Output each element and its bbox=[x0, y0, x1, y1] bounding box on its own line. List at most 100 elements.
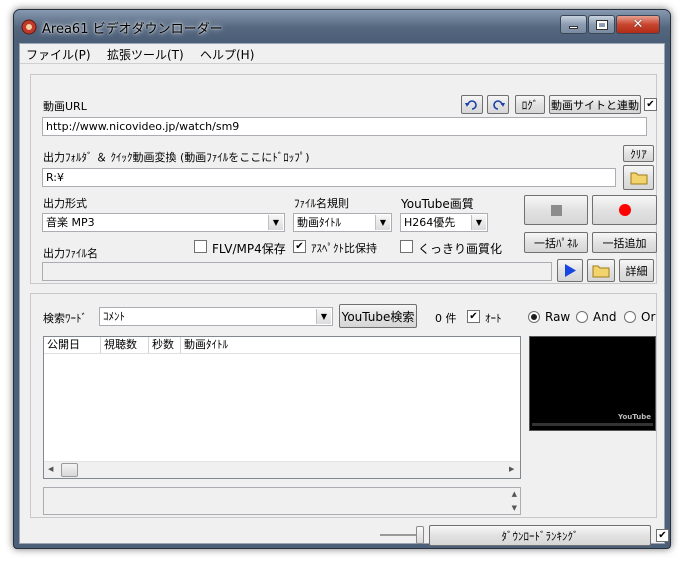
window-title: Area61 ビデオダウンローダー bbox=[42, 22, 223, 37]
close-button[interactable]: ✕ bbox=[616, 15, 660, 34]
ranking-checkbox[interactable]: ✔ bbox=[656, 529, 669, 542]
format-label: 出力形式 bbox=[43, 197, 87, 210]
column-header-seconds[interactable]: 秒数 bbox=[149, 337, 181, 353]
radio-or-label: Or bbox=[641, 310, 656, 324]
minimize-button[interactable] bbox=[560, 15, 587, 34]
radio-and-label: And bbox=[593, 310, 617, 324]
bulk-panel-button[interactable]: 一括ﾊﾟﾈﾙ bbox=[524, 232, 588, 253]
filename-rule-value: 動画ﾀｲﾄﾙ bbox=[297, 216, 341, 229]
youtube-logo: YouTube bbox=[618, 413, 651, 421]
auto-checkbox[interactable]: ✔ bbox=[467, 310, 480, 323]
format-select[interactable]: 音楽 MP3 ▼ bbox=[42, 213, 285, 232]
format-value: 音楽 MP3 bbox=[46, 216, 95, 229]
url-label: 動画URL bbox=[43, 100, 87, 113]
bulk-add-button[interactable]: 一括追加 bbox=[592, 232, 657, 253]
radio-selected-dot bbox=[531, 314, 537, 320]
details-button[interactable]: 詳細 bbox=[619, 259, 654, 282]
flv-save-label: FLV/MP4保存 bbox=[212, 242, 286, 256]
url-input[interactable]: http://www.nicovideo.jp/watch/sm9 bbox=[42, 117, 647, 136]
redo-button[interactable] bbox=[487, 95, 509, 114]
search-group: 検索ﾜｰﾄﾞ ｺﾒﾝﾄ ▼ YouTube検索 0 件 ✔ ｵｰﾄ Raw An… bbox=[30, 293, 657, 518]
horizontal-scrollbar[interactable]: ◀ ▶ bbox=[44, 461, 520, 478]
menu-help[interactable]: ヘルプ(H) bbox=[200, 46, 254, 63]
results-list[interactable]: 公開日 視聴数 秒数 動画ﾀｲﾄﾙ ◀ ▶ bbox=[43, 336, 521, 479]
minimize-icon bbox=[569, 26, 578, 29]
undo-icon bbox=[465, 99, 477, 110]
output-folder-input[interactable]: R:¥ bbox=[42, 168, 616, 187]
video-preview[interactable]: YouTube bbox=[529, 336, 656, 431]
site-link-button[interactable]: 動画サイトと連動 bbox=[549, 95, 641, 114]
browse-folder-button[interactable] bbox=[623, 165, 654, 190]
log-button[interactable]: ﾛｸﾞ bbox=[515, 95, 545, 114]
record-icon bbox=[618, 204, 631, 216]
aspect-ratio-label: ｱｽﾍﾟｸﾄ比保持 bbox=[311, 242, 377, 255]
folder-icon bbox=[630, 172, 647, 185]
menu-bar: ファイル(P) 拡張ツール(T) ヘルプ(H) bbox=[20, 44, 664, 64]
youtube-quality-value: H264優先 bbox=[404, 216, 456, 229]
redo-icon bbox=[493, 99, 505, 110]
checkmark-icon: ✔ bbox=[646, 98, 655, 110]
scroll-right-icon[interactable]: ▶ bbox=[509, 465, 514, 473]
sharp-quality-checkbox[interactable] bbox=[400, 240, 413, 253]
checkmark-icon: ✔ bbox=[658, 529, 667, 541]
result-count: 0 件 bbox=[435, 312, 457, 325]
youtube-quality-select[interactable]: H264優先 ▼ bbox=[400, 213, 488, 232]
checkmark-icon: ✔ bbox=[469, 310, 478, 322]
folder-icon bbox=[592, 265, 610, 278]
filename-rule-select[interactable]: 動画ﾀｲﾄﾙ ▼ bbox=[293, 213, 392, 232]
scroll-left-icon[interactable]: ◀ bbox=[48, 465, 53, 473]
menu-file[interactable]: ファイル(P) bbox=[26, 46, 91, 63]
open-folder-button[interactable] bbox=[587, 259, 615, 282]
app-window: Area61 ビデオダウンローダー ✕ ファイル(P) 拡張ツール(T) ヘルプ… bbox=[13, 9, 671, 549]
clear-button[interactable]: ｸﾘｱ bbox=[623, 145, 654, 162]
sharp-quality-label: くっきり画質化 bbox=[418, 242, 503, 256]
maximize-button[interactable] bbox=[588, 15, 615, 34]
column-header-title[interactable]: 動画ﾀｲﾄﾙ bbox=[181, 337, 520, 353]
log-textarea[interactable]: ▲ ▼ bbox=[43, 487, 521, 515]
youtube-search-button[interactable]: YouTube検索 bbox=[339, 304, 417, 328]
record-button[interactable] bbox=[592, 195, 657, 225]
preview-progress-bar bbox=[532, 423, 653, 426]
aspect-ratio-checkbox[interactable]: ✔ bbox=[293, 240, 306, 253]
chevron-down-icon: ▼ bbox=[375, 215, 390, 230]
play-icon bbox=[565, 264, 576, 277]
auto-label: ｵｰﾄ bbox=[485, 312, 502, 325]
close-icon: ✕ bbox=[632, 17, 644, 32]
output-folder-label: 出力ﾌｫﾙﾀﾞ ＆ ｸｲｯｸ動画変換 (動画ﾌｧｲﾙをここにﾄﾞﾛｯﾌﾟ) bbox=[43, 151, 310, 164]
title-bar[interactable]: Area61 ビデオダウンローダー ✕ bbox=[14, 10, 670, 42]
stop-button[interactable] bbox=[524, 195, 588, 225]
checkmark-icon: ✔ bbox=[295, 240, 304, 252]
search-word-label: 検索ﾜｰﾄﾞ bbox=[43, 312, 87, 325]
column-header-date[interactable]: 公開日 bbox=[44, 337, 101, 353]
radio-and[interactable] bbox=[576, 311, 588, 323]
scroll-up-icon[interactable]: ▲ bbox=[512, 490, 517, 498]
filename-rule-label: ﾌｧｲﾙ名規則 bbox=[294, 197, 349, 210]
stop-icon bbox=[550, 204, 562, 216]
maximize-icon bbox=[595, 19, 608, 30]
download-settings-group: 動画URL ﾛｸﾞ 動画サイトと連動 ✔ http://www.nicovide… bbox=[30, 74, 657, 284]
app-icon bbox=[21, 19, 37, 35]
column-header-views[interactable]: 視聴数 bbox=[101, 337, 149, 353]
youtube-quality-label: YouTube画質 bbox=[401, 197, 474, 211]
radio-raw-label: Raw bbox=[545, 310, 571, 324]
flv-save-checkbox[interactable] bbox=[194, 240, 207, 253]
search-word-value: ｺﾒﾝﾄ bbox=[103, 310, 125, 323]
menu-tools[interactable]: 拡張ツール(T) bbox=[107, 46, 184, 63]
radio-raw[interactable] bbox=[528, 311, 540, 323]
site-link-checkbox[interactable]: ✔ bbox=[644, 98, 657, 111]
undo-button[interactable] bbox=[461, 95, 483, 114]
output-filename-label: 出力ﾌｧｲﾙ名 bbox=[43, 247, 98, 260]
scroll-down-icon[interactable]: ▼ bbox=[512, 504, 517, 512]
download-ranking-button[interactable]: ﾀﾞｳﾝﾛｰﾄﾞﾗﾝｷﾝｸﾞ bbox=[429, 525, 651, 546]
client-area: ファイル(P) 拡張ツール(T) ヘルプ(H) 動画URL ﾛｸﾞ 動画サイトと… bbox=[19, 43, 669, 546]
chevron-down-icon: ▼ bbox=[316, 309, 331, 324]
radio-or[interactable] bbox=[624, 311, 636, 323]
scroll-thumb[interactable] bbox=[61, 463, 78, 477]
chevron-down-icon: ▼ bbox=[268, 215, 283, 230]
volume-slider-thumb[interactable] bbox=[416, 526, 424, 544]
play-button[interactable] bbox=[557, 259, 583, 282]
search-word-select[interactable]: ｺﾒﾝﾄ ▼ bbox=[99, 307, 333, 326]
output-filename-input[interactable] bbox=[42, 262, 552, 281]
header-divider bbox=[44, 353, 520, 354]
chevron-down-icon: ▼ bbox=[471, 215, 486, 230]
